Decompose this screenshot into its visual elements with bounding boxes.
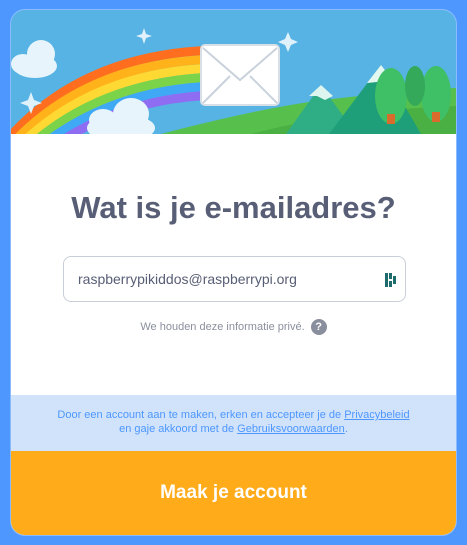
header-illustration: [11, 10, 456, 134]
terms-notice: Door een account aan te maken, erken en …: [11, 395, 456, 451]
terms-of-use-link[interactable]: Gebruiksvoorwaarden: [237, 423, 345, 435]
terms-text-2: en gaje akkoord met de: [119, 423, 238, 435]
email-field[interactable]: [63, 256, 406, 302]
modal-frame: Wat is je e-mailadres? We houden deze in…: [0, 0, 467, 545]
create-account-button[interactable]: Maak je account: [11, 451, 456, 535]
privacy-policy-link[interactable]: Privacybeleid: [344, 409, 409, 421]
question-mark-icon[interactable]: ?: [310, 319, 327, 336]
terms-text-1: Door een account aan te maken, erken en …: [57, 409, 345, 421]
privacy-note: We houden deze informatie privé.?: [11, 318, 456, 336]
password-manager-icon[interactable]: [385, 271, 397, 289]
email-input[interactable]: [78, 257, 378, 301]
terms-line-1: Door een account aan te maken, erken en …: [11, 408, 456, 422]
privacy-note-text: We houden deze informatie privé.: [140, 321, 305, 333]
rainbow-envelope-illustration: [11, 10, 456, 134]
page-title: Wat is je e-mailadres?: [71, 190, 396, 225]
email-step-card: Wat is je e-mailadres? We houden deze in…: [11, 10, 456, 535]
terms-line-2: en gaje akkoord met de Gebruiksvoorwaard…: [11, 422, 456, 436]
terms-text-3: .: [344, 423, 348, 435]
